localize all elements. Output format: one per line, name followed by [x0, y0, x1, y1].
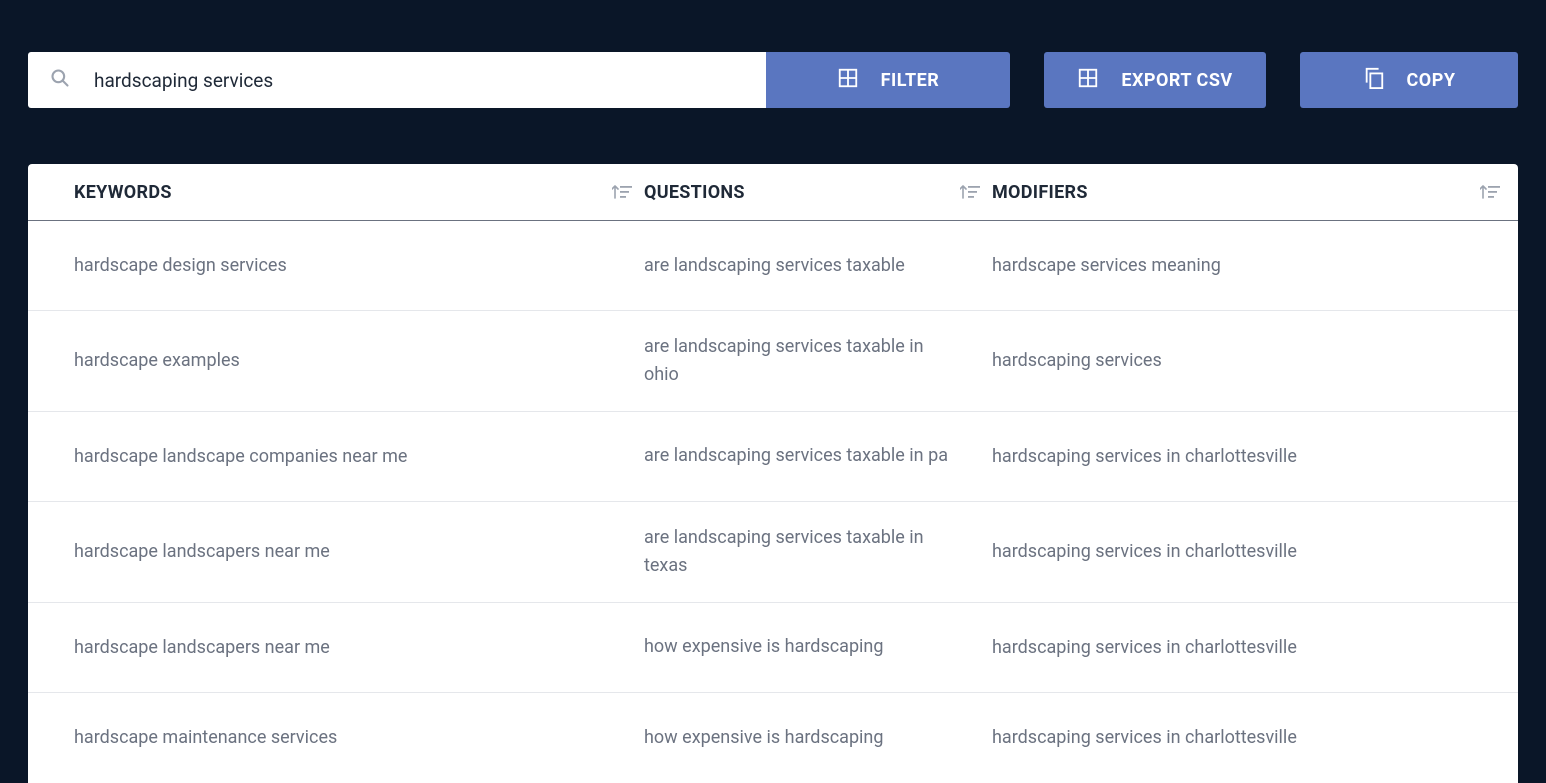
- table-row: hardscape maintenance services how expen…: [28, 693, 1518, 783]
- grid-icon: [1077, 67, 1099, 94]
- toolbar: FILTER EXPORT CSV COPY: [0, 0, 1546, 108]
- cell-keyword[interactable]: hardscape landscapers near me: [28, 637, 644, 658]
- cell-keyword[interactable]: hardscape design services: [28, 255, 644, 276]
- cell-modifier[interactable]: hardscaping services in charlottesville: [992, 541, 1518, 562]
- cell-keyword[interactable]: hardscape maintenance services: [28, 727, 644, 748]
- cell-keyword[interactable]: hardscape landscape companies near me: [28, 446, 644, 467]
- table-row: hardscape landscapers near me how expens…: [28, 603, 1518, 693]
- search-icon: [50, 68, 70, 92]
- column-header-label: QUESTIONS: [644, 182, 745, 203]
- cell-modifier[interactable]: hardscaping services: [992, 350, 1518, 371]
- cell-question[interactable]: are landscaping services taxable: [644, 252, 992, 280]
- column-header-questions[interactable]: QUESTIONS: [644, 182, 992, 203]
- table-row: hardscape design services are landscapin…: [28, 221, 1518, 311]
- export-button-label: EXPORT CSV: [1121, 70, 1232, 91]
- table-header: KEYWORDS QUESTIONS: [28, 164, 1518, 221]
- cell-question[interactable]: are landscaping services taxable in ohio: [644, 333, 992, 389]
- column-header-keywords[interactable]: KEYWORDS: [28, 182, 644, 203]
- copy-button[interactable]: COPY: [1300, 52, 1518, 108]
- cell-keyword[interactable]: hardscape examples: [28, 350, 644, 371]
- sort-icon: [612, 184, 632, 200]
- column-header-label: KEYWORDS: [74, 182, 172, 203]
- export-csv-button[interactable]: EXPORT CSV: [1044, 52, 1266, 108]
- copy-button-label: COPY: [1407, 70, 1456, 91]
- filter-button-label: FILTER: [881, 70, 940, 91]
- cell-modifier[interactable]: hardscaping services in charlottesville: [992, 727, 1518, 748]
- cell-question[interactable]: are landscaping services taxable in pa: [644, 442, 992, 470]
- copy-icon: [1363, 65, 1385, 96]
- cell-modifier[interactable]: hardscaping services in charlottesville: [992, 446, 1518, 467]
- cell-modifier[interactable]: hardscaping services in charlottesville: [992, 637, 1518, 658]
- table-row: hardscape landscapers near me are landsc…: [28, 502, 1518, 603]
- filter-button[interactable]: FILTER: [766, 52, 1010, 108]
- sort-icon: [1480, 184, 1500, 200]
- cell-keyword[interactable]: hardscape landscapers near me: [28, 541, 644, 562]
- cell-question[interactable]: are landscaping services taxable in texa…: [644, 524, 992, 580]
- table-body: hardscape design services are landscapin…: [28, 221, 1518, 783]
- search-input[interactable]: [94, 69, 746, 92]
- results-table: KEYWORDS QUESTIONS: [28, 164, 1518, 783]
- sort-icon: [960, 184, 980, 200]
- column-header-modifiers[interactable]: MODIFIERS: [992, 182, 1518, 203]
- search-box[interactable]: [28, 52, 766, 108]
- cell-question[interactable]: how expensive is hardscaping: [644, 633, 992, 661]
- cell-question[interactable]: how expensive is hardscaping: [644, 724, 992, 752]
- table-row: hardscape landscape companies near me ar…: [28, 412, 1518, 502]
- table-row: hardscape examples are landscaping servi…: [28, 311, 1518, 412]
- cell-modifier[interactable]: hardscape services meaning: [992, 255, 1518, 276]
- search-filter-group: FILTER: [28, 52, 1010, 108]
- column-header-label: MODIFIERS: [992, 182, 1088, 203]
- grid-icon: [837, 67, 859, 94]
